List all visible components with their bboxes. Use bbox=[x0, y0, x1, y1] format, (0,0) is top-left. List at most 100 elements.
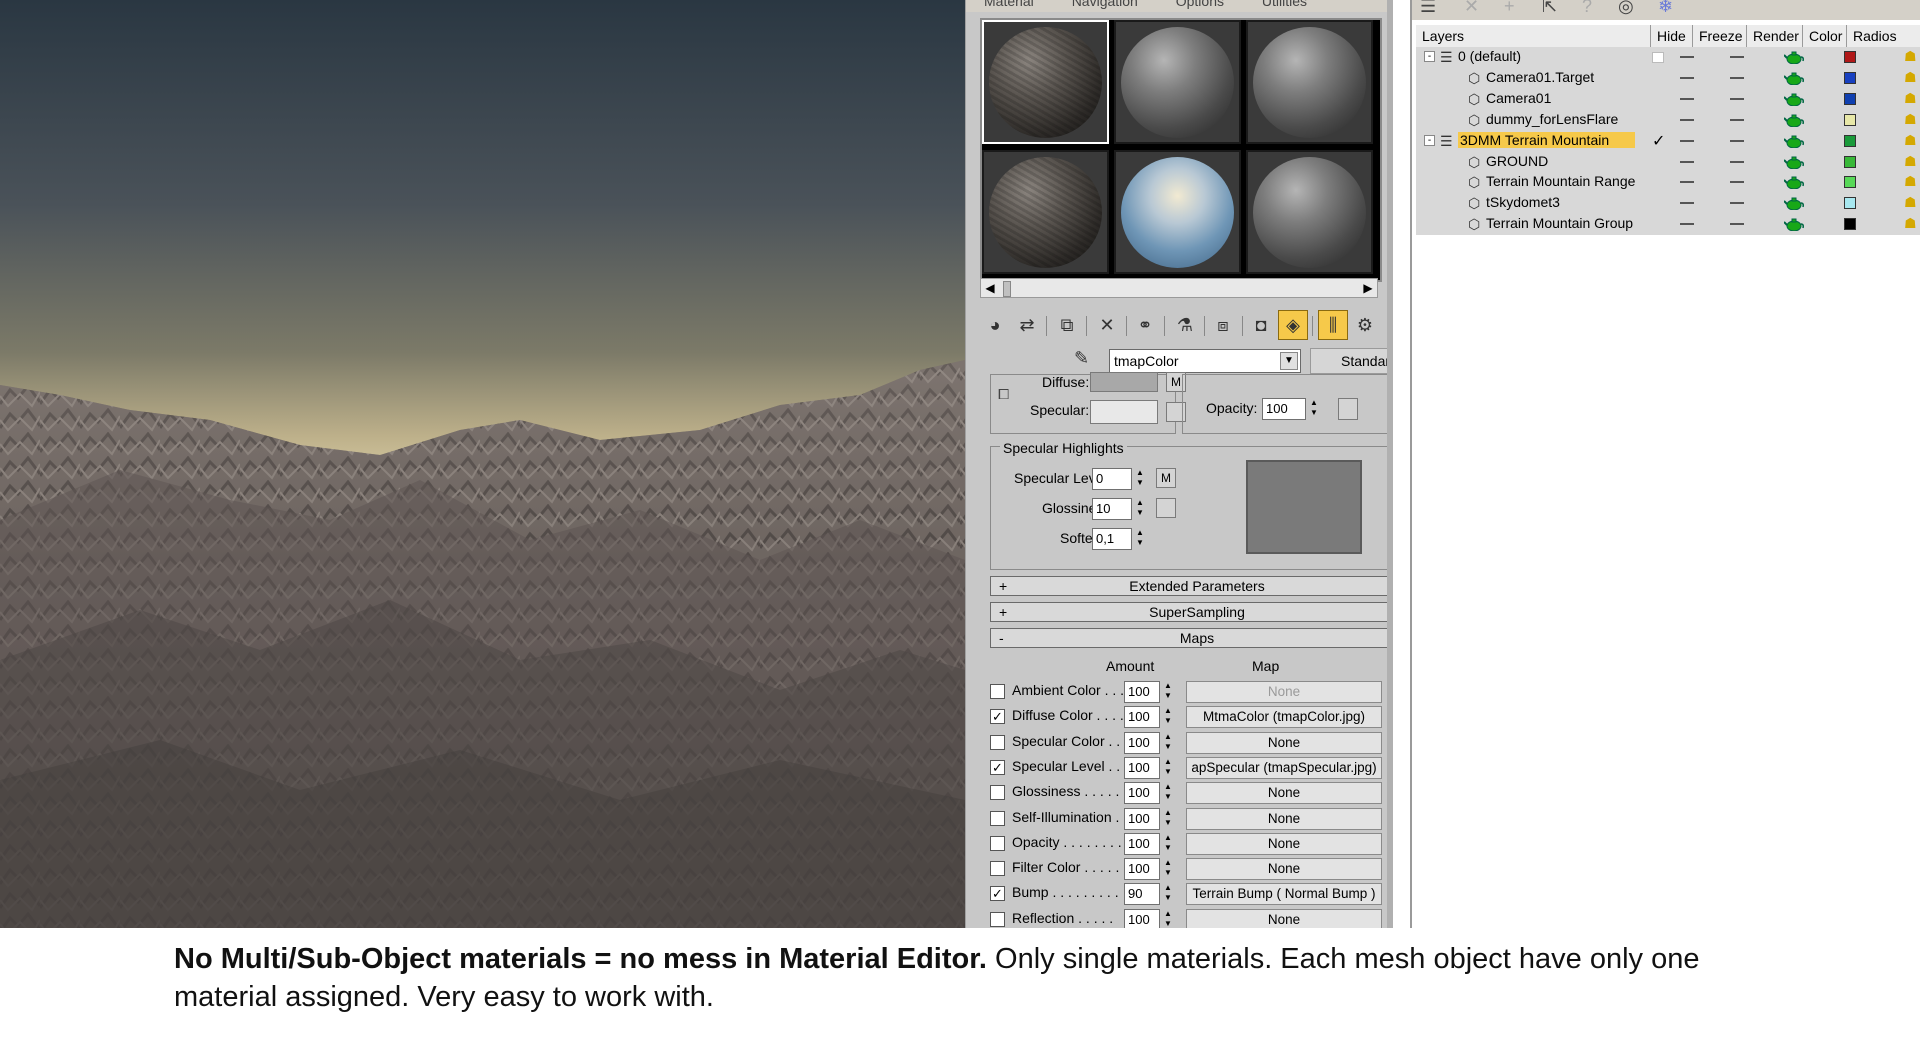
specular-color-swatch[interactable] bbox=[1090, 400, 1158, 424]
freeze-toggle-icon[interactable] bbox=[1730, 160, 1744, 163]
render-teapot-icon[interactable] bbox=[1784, 71, 1804, 85]
hide-toggle-icon[interactable] bbox=[1680, 139, 1694, 142]
render-teapot-icon[interactable] bbox=[1784, 175, 1804, 190]
radiosity-teapot-icon[interactable]: ☗ bbox=[1904, 194, 1920, 212]
sample-slot-3[interactable] bbox=[1246, 20, 1373, 144]
map-amount-spinner-arrows[interactable]: ▲ ▼ bbox=[1162, 833, 1174, 855]
map-slot-button[interactable]: Terrain Bump ( Normal Bump ) bbox=[1186, 883, 1382, 906]
scroll-thumb[interactable] bbox=[1003, 281, 1011, 297]
scroll-right-arrow-icon[interactable]: ▶ bbox=[1359, 280, 1377, 296]
freeze-all-icon[interactable]: ❄ bbox=[1658, 0, 1673, 17]
render-teapot-icon[interactable] bbox=[1784, 134, 1804, 148]
map-amount-spinner-arrows[interactable]: ▲ ▼ bbox=[1162, 909, 1174, 928]
map-amount-spinner[interactable]: 100 bbox=[1124, 706, 1160, 729]
col-render[interactable]: Render bbox=[1746, 25, 1802, 47]
object-row[interactable]: ⬡ Terrain Mountain Range ☗ bbox=[1416, 172, 1920, 194]
map-amount-spinner[interactable]: 90 bbox=[1124, 883, 1160, 906]
layer-name[interactable]: Terrain Mountain Range bbox=[1486, 173, 1635, 189]
map-amount-spinner-arrows[interactable]: ▲ ▼ bbox=[1162, 883, 1174, 905]
render-teapot-icon[interactable] bbox=[1784, 92, 1804, 106]
hide-toggle-icon[interactable] bbox=[1680, 223, 1694, 226]
map-enable-checkbox[interactable]: ✓ bbox=[990, 759, 1005, 775]
render-teapot-icon[interactable] bbox=[1784, 50, 1804, 64]
map-amount-spinner-arrows[interactable]: ▲ ▼ bbox=[1162, 782, 1174, 804]
map-amount-spinner[interactable]: 100 bbox=[1124, 782, 1160, 805]
map-amount-spinner-arrows[interactable]: ▲ ▼ bbox=[1162, 808, 1174, 830]
layer-name[interactable]: Terrain Mountain Group bbox=[1486, 215, 1633, 231]
radiosity-teapot-icon[interactable]: ☗ bbox=[1904, 48, 1920, 66]
map-slot-button[interactable]: None bbox=[1186, 807, 1382, 830]
material-type-button[interactable]: Standard bbox=[1310, 348, 1393, 374]
material-editor-scrollbar[interactable] bbox=[1387, 0, 1393, 928]
col-layers[interactable]: Layers bbox=[1416, 25, 1650, 47]
sample-slot-2[interactable] bbox=[1114, 20, 1241, 144]
go-forward-to-sibling-icon[interactable]: ⚙ bbox=[1350, 310, 1380, 340]
maps-rollout[interactable]: - Maps bbox=[990, 628, 1393, 648]
layer-row[interactable]: - ☰ 3DMM Terrain Mountain ✓ ☗ bbox=[1416, 130, 1920, 152]
specular-level-spinner[interactable]: 0 bbox=[1092, 468, 1132, 490]
opacity-map-button[interactable] bbox=[1338, 398, 1358, 420]
object-row[interactable]: ⬡ Camera01 ☗ bbox=[1416, 88, 1920, 110]
layer-color-swatch[interactable] bbox=[1844, 113, 1856, 126]
diffuse-color-swatch[interactable] bbox=[1090, 372, 1158, 392]
object-row[interactable]: ⬡ tSkydomet3 ☗ bbox=[1416, 193, 1920, 215]
radiosity-teapot-icon[interactable]: ☗ bbox=[1904, 69, 1920, 87]
map-slot-button[interactable]: None bbox=[1186, 681, 1382, 703]
render-teapot-icon[interactable] bbox=[1784, 155, 1804, 169]
map-amount-spinner[interactable]: 100 bbox=[1124, 731, 1160, 754]
object-row[interactable]: ⬡ Terrain Mountain Group ☗ bbox=[1416, 214, 1920, 236]
hide-toggle-icon[interactable] bbox=[1680, 181, 1694, 184]
layer-name[interactable]: Camera01.Target bbox=[1486, 69, 1594, 85]
chevron-down-icon[interactable]: ▼ bbox=[1280, 352, 1298, 370]
freeze-toggle-icon[interactable] bbox=[1730, 118, 1744, 121]
layer-name[interactable]: 0 (default) bbox=[1458, 48, 1521, 64]
sample-slot-4[interactable] bbox=[982, 150, 1109, 274]
map-amount-spinner[interactable]: 100 bbox=[1124, 756, 1160, 779]
go-to-parent-icon[interactable]: ⫼ bbox=[1318, 310, 1348, 340]
select-objects-icon[interactable]: ⇱ bbox=[1542, 0, 1557, 17]
hide-toggle-icon[interactable] bbox=[1680, 202, 1694, 205]
material-name-field[interactable]: tmapColor ▼ bbox=[1109, 349, 1301, 373]
layer-row[interactable]: - ☰ 0 (default) ☗ bbox=[1416, 47, 1920, 68]
menu-utilities[interactable]: Utilities bbox=[1262, 0, 1307, 9]
map-enable-checkbox[interactable] bbox=[990, 861, 1005, 877]
layer-color-swatch[interactable] bbox=[1844, 134, 1856, 147]
material-effects-channel-icon[interactable]: ⧈ bbox=[1208, 310, 1238, 340]
layer-color-swatch[interactable] bbox=[1844, 51, 1856, 63]
map-enable-checkbox[interactable] bbox=[990, 835, 1005, 851]
hide-toggle-icon[interactable] bbox=[1680, 97, 1694, 100]
radiosity-teapot-icon[interactable]: ☗ bbox=[1904, 153, 1920, 171]
hide-toggle-icon[interactable] bbox=[1680, 160, 1694, 163]
freeze-toggle-icon[interactable] bbox=[1730, 202, 1744, 205]
sample-slot-6[interactable] bbox=[1246, 150, 1373, 274]
specular-level-map-button[interactable]: M bbox=[1156, 468, 1176, 488]
glossiness-spinner[interactable]: 10 bbox=[1092, 498, 1132, 520]
freeze-toggle-icon[interactable] bbox=[1730, 181, 1744, 184]
map-amount-spinner[interactable]: 100 bbox=[1124, 832, 1160, 855]
menu-options[interactable]: Options bbox=[1176, 0, 1224, 9]
map-amount-spinner[interactable]: 100 bbox=[1124, 908, 1160, 928]
get-material-icon[interactable]: ◕ bbox=[980, 310, 1010, 340]
map-amount-spinner[interactable]: 100 bbox=[1124, 858, 1160, 881]
map-slot-button[interactable]: MtmaColor (tmapColor.jpg) bbox=[1186, 706, 1382, 729]
object-row[interactable]: ⬡ dummy_forLensFlare ☗ bbox=[1416, 109, 1920, 131]
col-freeze[interactable]: Freeze bbox=[1692, 25, 1746, 47]
map-slot-button[interactable]: None bbox=[1186, 908, 1382, 928]
map-slot-button[interactable]: None bbox=[1186, 832, 1382, 855]
map-amount-spinner-arrows[interactable]: ▲ ▼ bbox=[1162, 706, 1174, 728]
sample-slot-1[interactable] bbox=[982, 20, 1109, 144]
map-enable-checkbox[interactable] bbox=[990, 684, 1005, 699]
add-to-layer-icon[interactable]: + bbox=[1504, 0, 1515, 17]
freeze-toggle-icon[interactable] bbox=[1730, 97, 1744, 100]
map-enable-checkbox[interactable] bbox=[990, 911, 1005, 927]
hide-toggle-icon[interactable] bbox=[1680, 56, 1694, 58]
perspective-viewport[interactable] bbox=[0, 0, 965, 928]
soften-spinner-arrows[interactable]: ▲ ▼ bbox=[1134, 528, 1146, 550]
col-color[interactable]: Color bbox=[1802, 25, 1846, 47]
layer-color-swatch[interactable] bbox=[1844, 176, 1856, 189]
col-hide[interactable]: Hide bbox=[1650, 25, 1692, 47]
layer-name[interactable]: 3DMM Terrain Mountain bbox=[1458, 131, 1636, 148]
supersampling-rollout[interactable]: + SuperSampling bbox=[990, 602, 1393, 622]
map-enable-checkbox[interactable] bbox=[990, 785, 1005, 801]
render-teapot-icon[interactable] bbox=[1784, 217, 1804, 232]
